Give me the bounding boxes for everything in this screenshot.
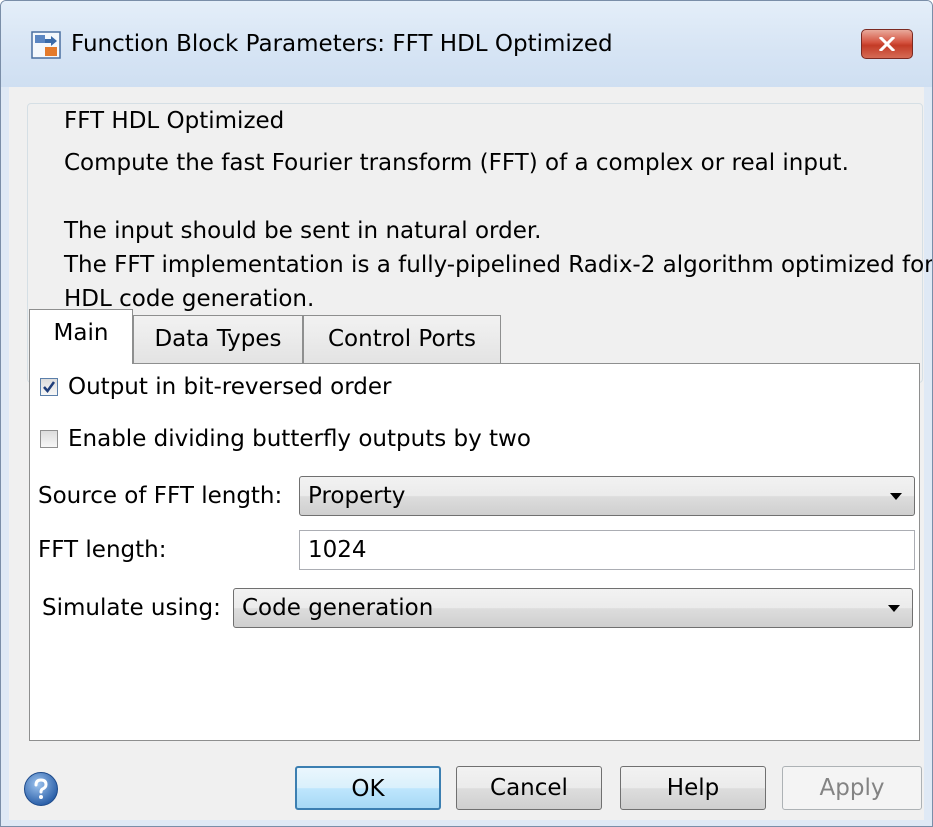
bit-reversed-checkbox[interactable] xyxy=(40,378,58,396)
tab-control-ports[interactable]: Control Ports xyxy=(303,315,501,363)
dialog-window: Function Block Parameters: FFT HDL Optim… xyxy=(0,0,933,827)
ok-button[interactable]: OK xyxy=(295,766,441,810)
tab-data-types[interactable]: Data Types xyxy=(133,315,303,363)
bit-reversed-label[interactable]: Output in bit-reversed order xyxy=(68,371,391,403)
description-line: The input should be sent in natural orde… xyxy=(64,218,542,244)
tab-panel-main: Output in bit-reversed order Enable divi… xyxy=(29,363,920,741)
group-title: FFT HDL Optimized xyxy=(60,106,289,136)
simulink-block-icon xyxy=(31,31,61,59)
window-title: Function Block Parameters: FFT HDL Optim… xyxy=(71,31,613,57)
source-fft-length-value: Property xyxy=(308,483,406,509)
tab-main[interactable]: Main xyxy=(29,309,133,364)
checkmark-icon xyxy=(43,381,56,394)
source-fft-length-dropdown[interactable]: Property xyxy=(299,476,915,516)
simulate-using-dropdown[interactable]: Code generation xyxy=(233,588,913,628)
help-button[interactable]: Help xyxy=(620,766,766,810)
chevron-down-icon xyxy=(888,605,900,612)
title-bar[interactable]: Function Block Parameters: FFT HDL Optim… xyxy=(1,1,932,87)
help-icon[interactable] xyxy=(23,771,59,807)
fft-length-input[interactable] xyxy=(299,530,915,570)
apply-button[interactable]: Apply xyxy=(782,766,922,810)
close-button[interactable] xyxy=(861,29,913,59)
cancel-button[interactable]: Cancel xyxy=(456,766,602,810)
description-line: The FFT implementation is a fully-pipeli… xyxy=(64,252,933,278)
close-icon xyxy=(879,37,895,51)
fft-length-label: FFT length: xyxy=(38,537,167,563)
description-line: Compute the fast Fourier transform (FFT)… xyxy=(64,150,849,176)
divide-by-two-label[interactable]: Enable dividing butterfly outputs by two xyxy=(68,423,531,455)
simulate-using-label: Simulate using: xyxy=(42,595,221,621)
simulate-using-value: Code generation xyxy=(242,595,434,621)
dialog-client-area: FFT HDL Optimized Compute the fast Fouri… xyxy=(9,87,932,820)
chevron-down-icon xyxy=(890,493,902,500)
source-fft-length-label: Source of FFT length: xyxy=(38,483,283,509)
divide-by-two-checkbox[interactable] xyxy=(40,430,58,448)
